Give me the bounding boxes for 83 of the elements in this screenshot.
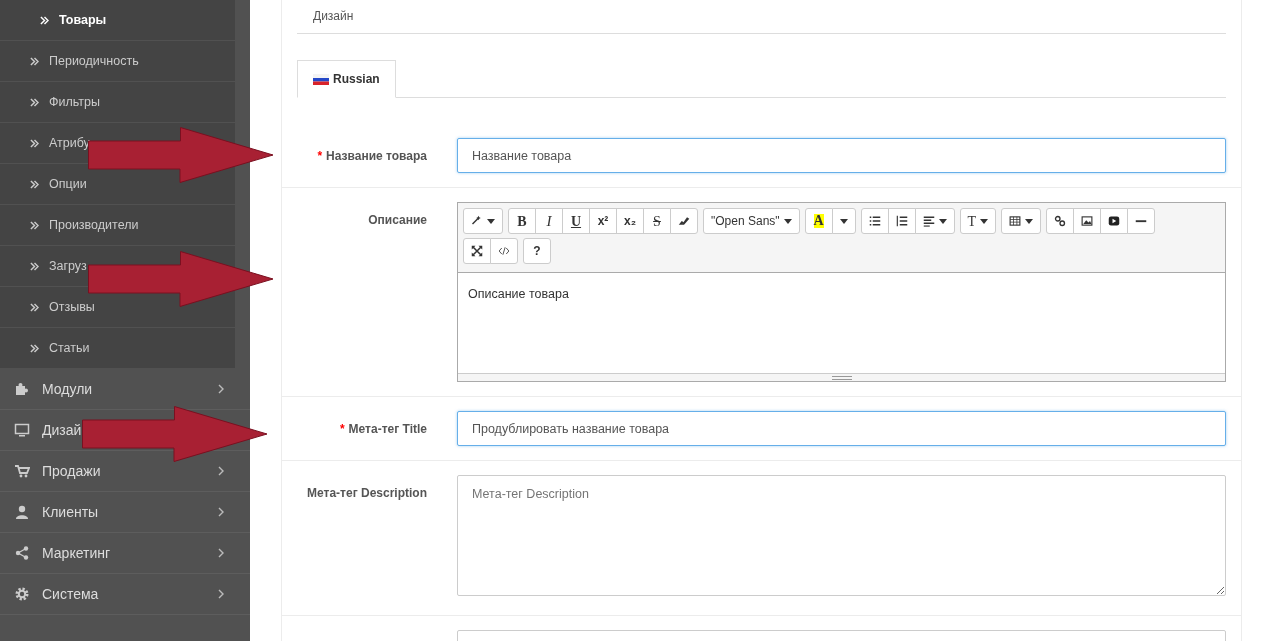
sidebar-subitem[interactable]: Производители — [49, 215, 139, 235]
tab[interactable]: Дизайн — [313, 9, 354, 23]
sidebar-item[interactable]: Дизай — [42, 419, 82, 441]
table-button[interactable] — [1001, 208, 1042, 234]
bulleted-list-button[interactable] — [860, 208, 889, 234]
image-button[interactable] — [1073, 208, 1102, 234]
gear-icon — [14, 586, 30, 602]
chevron-right-icon — [218, 548, 224, 558]
toolbar-button[interactable]: T — [959, 208, 997, 234]
align-left-icon — [922, 215, 935, 227]
toolbar-button[interactable]: B — [508, 208, 536, 234]
input-field[interactable]: Название товара — [457, 138, 1226, 173]
numbered-list-icon — [895, 215, 908, 227]
puzzle-icon — [14, 381, 30, 397]
flag-icon — [313, 73, 329, 85]
text-area[interactable]: Мета-тег Description — [457, 475, 1226, 596]
sidebar-item[interactable]: Модули — [42, 378, 93, 400]
chevron-right-icon — [218, 466, 224, 476]
language-tab[interactable]: Russian — [297, 60, 396, 98]
caret-icon — [839, 218, 848, 224]
sidebar-item[interactable]: Продажи — [42, 460, 101, 482]
chevrons-icon — [30, 220, 39, 230]
chevrons-icon — [30, 56, 39, 66]
sidebar-item[interactable]: Система — [42, 583, 99, 605]
cart-icon — [14, 463, 30, 479]
field-label: Описание — [368, 213, 427, 227]
toolbar-button[interactable]: "Open Sans" — [703, 208, 800, 234]
code-icon — [498, 245, 510, 257]
chevrons-icon — [30, 261, 39, 271]
resize-handle[interactable] — [831, 375, 852, 380]
video-button[interactable] — [1100, 208, 1129, 234]
bulleted-list-icon — [868, 215, 881, 227]
toolbar-button[interactable]: S — [643, 208, 671, 234]
editor-content[interactable]: Описание товара — [458, 273, 1225, 373]
sidebar-subitem[interactable]: Отзывы — [49, 297, 95, 317]
sidebar-subitem[interactable]: Атрибу — [49, 133, 90, 153]
link-button[interactable] — [1046, 208, 1075, 234]
chevrons-icon — [30, 343, 39, 353]
chevron-right-icon — [218, 507, 224, 517]
sidebar-item[interactable]: Маркетинг — [42, 542, 111, 564]
chevron-right-icon — [218, 384, 224, 394]
eraser-button[interactable] — [670, 208, 698, 234]
field-label: Название товара — [326, 149, 427, 163]
monitor-icon — [14, 422, 30, 438]
chevrons-icon — [30, 97, 39, 107]
chevrons-icon — [40, 15, 49, 25]
dropdown-button[interactable] — [831, 208, 856, 234]
chevrons-icon — [30, 179, 39, 189]
link-icon — [1054, 215, 1067, 227]
sidebar-subitem[interactable]: Загруз — [49, 256, 87, 276]
sidebar-subitem[interactable]: Периодичность — [49, 51, 139, 71]
eraser-icon — [678, 215, 690, 227]
numbered-list-button[interactable] — [887, 208, 916, 234]
chevron-right-icon — [218, 589, 224, 599]
toolbar-button[interactable]: U — [562, 208, 590, 234]
toolbar-button[interactable]: I — [535, 208, 563, 234]
input-field[interactable]: Продублировать название товара — [457, 411, 1226, 446]
toolbar-button[interactable]: ? — [523, 238, 551, 264]
chevrons-icon — [30, 138, 39, 148]
toolbar-button[interactable]: x² — [589, 208, 617, 234]
code-button[interactable] — [490, 238, 518, 264]
required-marker: * — [317, 149, 323, 163]
share-icon — [14, 545, 30, 561]
user-icon — [14, 504, 30, 520]
field-label: Мета-тег Title — [348, 422, 427, 436]
video-icon — [1108, 215, 1121, 227]
horizontal-rule-button[interactable] — [1127, 208, 1156, 234]
sidebar-subitem[interactable]: Статьи — [49, 338, 90, 358]
sidebar-item[interactable]: Клиенты — [42, 501, 99, 523]
chevrons-icon — [30, 302, 39, 312]
fullscreen-button[interactable] — [463, 238, 491, 264]
sidebar-subitem[interactable]: Товары — [59, 10, 107, 30]
toolbar-button[interactable]: x₂ — [616, 208, 644, 234]
sidebar-subitem[interactable]: Фильтры — [49, 92, 100, 112]
magic-wand-icon — [471, 215, 483, 227]
sidebar-subitem[interactable]: Опции — [49, 174, 87, 194]
field-label: Мета-тег Description — [307, 486, 427, 500]
image-icon — [1081, 215, 1094, 227]
required-marker: * — [339, 422, 345, 436]
magic-wand-button[interactable] — [463, 208, 503, 234]
align-left-button[interactable] — [914, 208, 955, 234]
fullscreen-icon — [471, 245, 483, 257]
table-icon — [1009, 215, 1022, 227]
